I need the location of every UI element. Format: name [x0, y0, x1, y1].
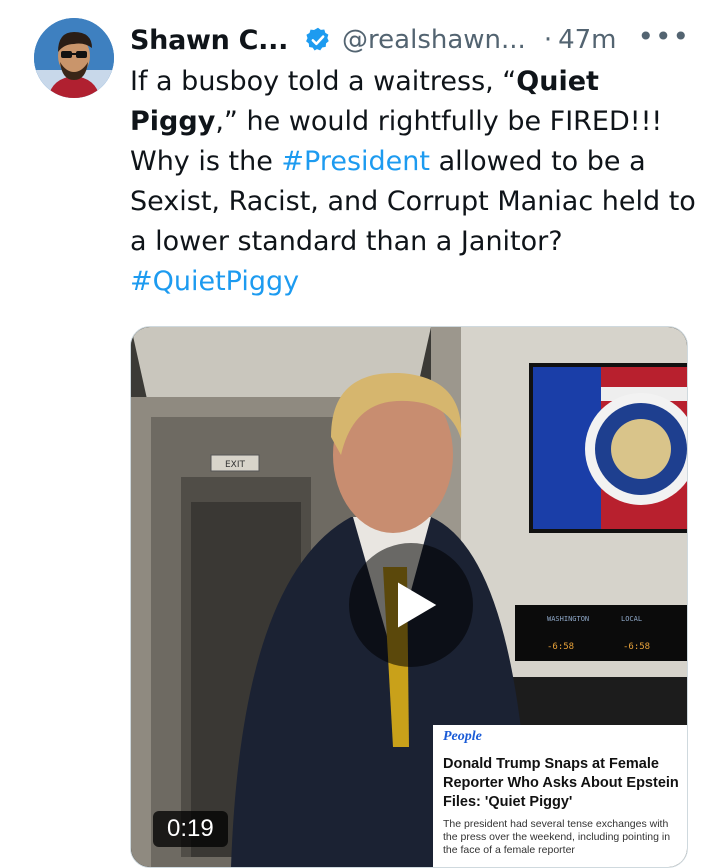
avatar-image — [34, 18, 114, 98]
news-card-overlay: People Donald Trump Snaps at Female Repo… — [433, 725, 687, 867]
play-icon — [398, 582, 437, 628]
author-name[interactable]: Shawn C... — [130, 25, 288, 56]
clock-left-label: WASHINGTON — [547, 615, 589, 623]
card-brand-logo: People — [443, 729, 482, 744]
tweet-text-part: If a busboy told a waitress, “ — [130, 66, 517, 97]
exit-sign: EXIT — [225, 460, 246, 470]
card-headline: Donald Trump Snaps at Female Reporter Wh… — [443, 756, 679, 810]
card-subtext: The president had several tense exchange… — [443, 818, 671, 856]
author-handle[interactable]: @realshawn... — [342, 25, 526, 55]
more-options-icon[interactable]: ••• — [637, 20, 690, 53]
hashtag-quietpiggy-link[interactable]: #QuietPiggy — [130, 266, 299, 297]
clock-right-time: -6:58 — [623, 642, 650, 652]
tweet-text: If a busboy told a waitress, “Quiet Pigg… — [130, 62, 700, 302]
play-button[interactable] — [349, 543, 473, 667]
separator-dot: · — [543, 25, 553, 55]
clock-right-label: LOCAL — [621, 615, 642, 623]
author-avatar[interactable] — [34, 18, 114, 98]
clock-left-time: -6:58 — [547, 642, 574, 652]
tweet-header: Shawn C... @realshawn... · 47m ••• — [130, 18, 690, 62]
hashtag-president-link[interactable]: #President — [281, 146, 430, 177]
video-duration: 0:19 — [153, 811, 228, 847]
verified-badge-icon — [306, 27, 329, 51]
video-player[interactable]: EXIT WASHINGTON LOCAL -6:58 -6:58 0:19 P… — [130, 326, 688, 868]
tweet-timestamp[interactable]: 47m — [558, 25, 616, 55]
